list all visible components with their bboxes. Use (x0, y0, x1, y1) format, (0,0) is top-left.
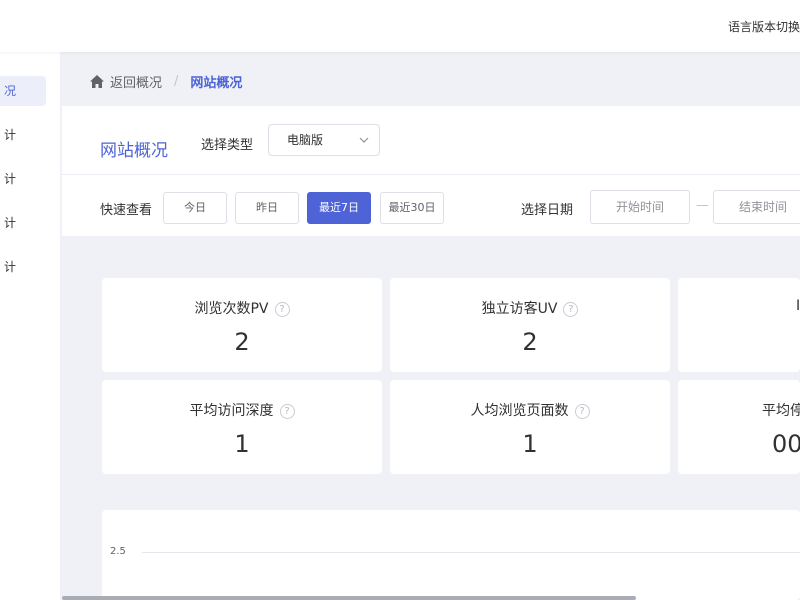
breadcrumb: 返回概况 / 网站概况 (90, 72, 243, 91)
sidebar-item-stats-2[interactable]: 计 (0, 164, 60, 194)
stat-card-avg-depth: 平均访问深度? 1 (102, 380, 382, 474)
page-title: 网站概况 (100, 141, 168, 161)
language-switch[interactable]: 语言版本切换 (728, 18, 800, 35)
stat-card-avg-stay: 平均停 00 (678, 380, 800, 474)
help-icon[interactable]: ? (274, 302, 290, 317)
stat-value: 1 (234, 430, 250, 458)
start-date-input[interactable]: 开始时间 (590, 190, 690, 224)
help-icon[interactable]: ? (574, 404, 590, 419)
help-icon[interactable]: ? (563, 302, 579, 317)
date-label: 选择日期 (521, 203, 574, 218)
stat-value: 00 (772, 430, 800, 458)
stat-card-ip: I (678, 278, 800, 372)
stat-card-uv: 独立访客UV? 2 (390, 278, 670, 372)
sidebar-item-stats-3[interactable]: 计 (0, 208, 60, 238)
sidebar: 况 计 计 计 计 (0, 52, 60, 600)
date-separator: — (696, 198, 709, 213)
stat-label: 人均浏览页面数 (470, 403, 569, 419)
stat-label: 独立访客UV (481, 301, 558, 317)
quick-yesterday-button[interactable]: 昨日 (235, 192, 299, 224)
stat-value: 2 (522, 328, 538, 356)
y-axis-tick: 2.5 (110, 546, 126, 557)
trend-chart: 2.5 (102, 510, 800, 600)
stat-value: 2 (234, 328, 250, 356)
quick-today-button[interactable]: 今日 (163, 192, 227, 224)
end-date-input[interactable]: 结束时间 (713, 190, 800, 224)
stat-value: 1 (522, 430, 538, 458)
stat-label: I (796, 298, 800, 314)
stat-label: 平均访问深度 (189, 403, 274, 419)
breadcrumb-separator: / (174, 73, 179, 89)
panel-divider (62, 174, 800, 175)
type-select[interactable]: 电脑版 (268, 124, 380, 156)
stat-label: 浏览次数PV (194, 301, 269, 317)
horizontal-scrollbar[interactable] (62, 596, 636, 600)
chevron-down-icon (359, 137, 369, 143)
sidebar-item-stats-1[interactable]: 计 (0, 120, 60, 150)
sidebar-item-stats-4[interactable]: 计 (0, 252, 60, 282)
sidebar-item-overview[interactable]: 况 (0, 76, 46, 106)
breadcrumb-back-link[interactable]: 返回概况 (110, 72, 162, 91)
help-icon[interactable]: ? (279, 404, 295, 419)
quick-30days-button[interactable]: 最近30日 (380, 192, 444, 224)
quick-view-label: 快速查看 (100, 203, 153, 218)
grid-line (142, 552, 800, 553)
quick-7days-button[interactable]: 最近7日 (307, 192, 371, 224)
top-bar: 语言版本切换 (0, 0, 800, 52)
filter-panel: 网站概况 选择类型 电脑版 快速查看 今日 昨日 最近7日 最近30日 选择日期… (62, 106, 800, 236)
stat-card-avg-pages: 人均浏览页面数? 1 (390, 380, 670, 474)
stat-label: 平均停 (762, 403, 800, 419)
breadcrumb-current: 网站概况 (190, 75, 243, 91)
type-label: 选择类型 (201, 138, 254, 153)
stat-card-pv: 浏览次数PV? 2 (102, 278, 382, 372)
type-select-value: 电脑版 (287, 133, 324, 147)
home-icon (90, 74, 104, 88)
